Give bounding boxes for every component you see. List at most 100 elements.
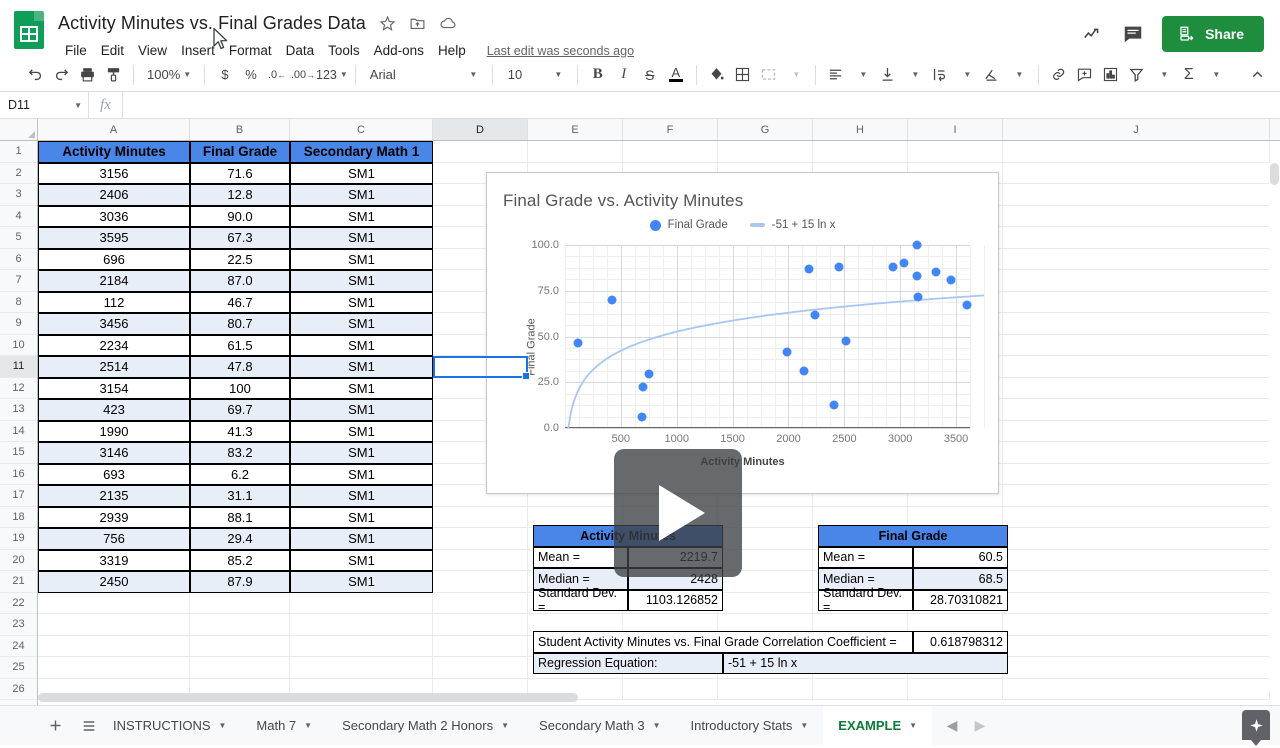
chart-data-point[interactable] [644, 369, 654, 379]
cell-J20[interactable] [1003, 549, 1270, 571]
chart-data-point[interactable] [841, 336, 851, 346]
cell-F1[interactable] [623, 141, 718, 163]
cell-J14[interactable] [1003, 420, 1270, 442]
chart-data-point[interactable] [829, 400, 839, 410]
cell-C13[interactable]: SM1 [290, 399, 433, 421]
column-header-b[interactable]: B [190, 119, 290, 140]
chart-data-point[interactable] [637, 412, 647, 422]
cell-I1[interactable] [908, 141, 1003, 163]
cell-A11[interactable]: 2514 [38, 356, 190, 378]
cell-C9[interactable]: SM1 [290, 313, 433, 335]
prev-sheet-arrow[interactable]: ◀ [938, 712, 966, 740]
cell-B13[interactable]: 69.7 [190, 399, 290, 421]
cell-C14[interactable]: SM1 [290, 420, 433, 442]
menu-insert[interactable]: Insert [174, 41, 222, 60]
cell-C23[interactable] [290, 614, 433, 636]
chart-data-point[interactable] [912, 240, 922, 250]
row-header-15[interactable]: 15 [0, 442, 37, 464]
italic-button[interactable]: I [611, 62, 637, 88]
filter-button[interactable] [1124, 62, 1150, 88]
collapse-toolbar-button[interactable] [1244, 62, 1270, 88]
chart-data-point[interactable] [804, 264, 814, 274]
cell-A10[interactable]: 2234 [38, 334, 190, 356]
menu-data[interactable]: Data [279, 41, 322, 60]
cell-D18[interactable] [433, 506, 528, 528]
row-header-18[interactable]: 18 [0, 506, 37, 528]
print-button[interactable] [74, 62, 100, 88]
cell-B4[interactable]: 90.0 [190, 205, 290, 227]
chart-data-point[interactable] [607, 295, 617, 305]
sheet-tab-caret-icon[interactable]: ▼ [909, 721, 917, 730]
last-edit-status[interactable]: Last edit was seconds ago [487, 44, 634, 58]
cell-J12[interactable] [1003, 377, 1270, 399]
cell-B11[interactable]: 47.8 [190, 356, 290, 378]
insert-comment-button[interactable] [1072, 62, 1098, 88]
column-header-f[interactable]: F [623, 119, 718, 140]
chart-data-point[interactable] [834, 262, 844, 272]
cell-G1[interactable] [718, 141, 813, 163]
sheet-tab-secondary-math-2-honors[interactable]: Secondary Math 2 Honors ▼ [327, 706, 524, 746]
decrease-decimal-button[interactable]: .0 ← [264, 62, 290, 88]
cell-A20[interactable]: 3319 [38, 549, 190, 571]
row-header-5[interactable]: 5 [0, 227, 37, 249]
cell-C11[interactable]: SM1 [290, 356, 433, 378]
insert-chart-button[interactable] [1098, 62, 1124, 88]
cell-B24[interactable] [190, 635, 290, 657]
activity-trend-icon[interactable] [1082, 23, 1104, 45]
chart-data-point[interactable] [931, 267, 941, 277]
column-header-h[interactable]: H [813, 119, 908, 140]
cell-C16[interactable]: SM1 [290, 463, 433, 485]
undo-button[interactable] [22, 62, 48, 88]
cell-A1[interactable]: Activity Minutes [38, 141, 190, 163]
cell-J8[interactable] [1003, 291, 1270, 313]
cell-B17[interactable]: 31.1 [190, 485, 290, 507]
legend-item-trendline[interactable]: -51 + 15 ln x [749, 219, 835, 231]
horizontal-align-button[interactable] [823, 62, 849, 88]
cell-A22[interactable] [38, 592, 190, 614]
cell-B20[interactable]: 85.2 [190, 549, 290, 571]
cell-B18[interactable]: 88.1 [190, 506, 290, 528]
sheet-tab-example[interactable]: EXAMPLE ▼ [823, 705, 933, 746]
cell-C4[interactable]: SM1 [290, 205, 433, 227]
cell-J24[interactable] [1003, 635, 1270, 657]
text-rotation-caret[interactable]: ▼ [1005, 62, 1031, 88]
sheet-tab-caret-icon[interactable]: ▼ [219, 721, 227, 730]
cell-C21[interactable]: SM1 [290, 571, 433, 593]
cell-D25[interactable] [433, 657, 528, 679]
column-header-e[interactable]: E [528, 119, 623, 140]
merge-cells-button[interactable] [756, 62, 782, 88]
document-title[interactable]: Activity Minutes vs. Final Grades Data [58, 13, 366, 34]
font-selector[interactable]: Arial [363, 62, 459, 88]
chart-data-point[interactable] [888, 262, 898, 272]
cell-D23[interactable] [433, 614, 528, 636]
more-formats-button[interactable]: 123 ▼ [316, 62, 348, 88]
cell-A24[interactable] [38, 635, 190, 657]
row-header-6[interactable]: 6 [0, 248, 37, 270]
cell-A7[interactable]: 2184 [38, 270, 190, 292]
vertical-scrollbar[interactable] [1269, 163, 1280, 691]
menu-edit[interactable]: Edit [94, 41, 131, 60]
column-header-j[interactable]: J [1003, 119, 1270, 140]
cell-J23[interactable] [1003, 614, 1270, 636]
cell-J9[interactable] [1003, 313, 1270, 335]
cell-D1[interactable] [433, 141, 528, 163]
row-header-12[interactable]: 12 [0, 377, 37, 399]
chart-data-point[interactable] [962, 300, 972, 310]
row-header-19[interactable]: 19 [0, 528, 37, 550]
text-wrapping-caret[interactable]: ▼ [953, 62, 979, 88]
cell-J2[interactable] [1003, 162, 1270, 184]
cell-E1[interactable] [528, 141, 623, 163]
add-sheet-icon[interactable] [38, 709, 72, 743]
font-size-selector[interactable]: 10 [500, 62, 544, 88]
cell-C25[interactable] [290, 657, 433, 679]
cell-B16[interactable]: 6.2 [190, 463, 290, 485]
menu-file[interactable]: File [58, 41, 94, 60]
row-header-13[interactable]: 13 [0, 399, 37, 421]
chart-data-point[interactable] [912, 271, 921, 281]
row-header-22[interactable]: 22 [0, 592, 37, 614]
chart-data-point[interactable] [913, 292, 923, 302]
cell-A25[interactable] [38, 657, 190, 679]
cloud-saved-icon[interactable] [439, 14, 457, 32]
cell-B7[interactable]: 87.0 [190, 270, 290, 292]
cell-B21[interactable]: 87.9 [190, 571, 290, 593]
